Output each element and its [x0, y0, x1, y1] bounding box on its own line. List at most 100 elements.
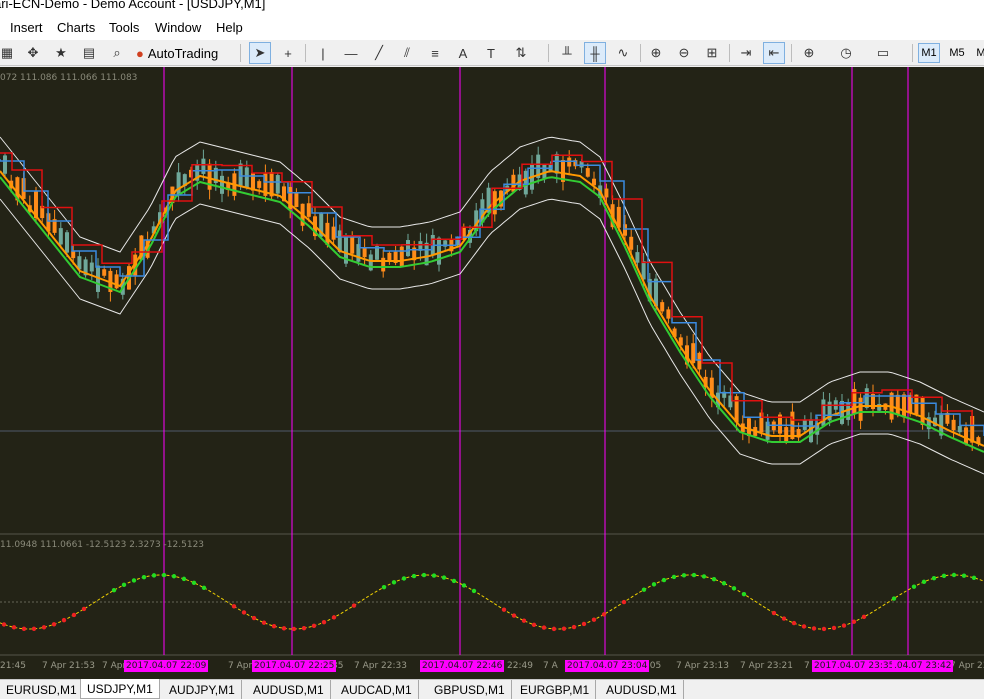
- oscillator-dot: [521, 618, 527, 623]
- candle-body: [244, 167, 249, 188]
- horizontal-line-icon[interactable]: —: [340, 42, 362, 64]
- oscillator-dot: [121, 582, 127, 588]
- menu-tools[interactable]: Tools: [109, 20, 139, 35]
- oscillator-dot: [671, 574, 677, 580]
- oscillator-dot: [31, 626, 37, 631]
- time-label: 7 Apr: [102, 661, 127, 671]
- timeframe-m1[interactable]: M1: [918, 43, 940, 63]
- navigator-icon[interactable]: ✥: [22, 42, 44, 64]
- tile-windows-icon[interactable]: ⊞: [701, 42, 723, 64]
- oscillator-dot: [841, 623, 847, 628]
- templates-icon[interactable]: ▭: [872, 42, 894, 64]
- indicators-icon[interactable]: ⊕: [798, 42, 820, 64]
- candle-body: [864, 388, 869, 408]
- candle-body: [895, 394, 900, 415]
- vertical-line-icon[interactable]: |: [312, 42, 334, 64]
- fibonacci-icon[interactable]: ≡: [424, 42, 446, 64]
- tab-audusd-2[interactable]: AUDUSD,M1: [600, 680, 684, 699]
- chart-tabs: EURUSD,M1 USDJPY,M1 AUDJPY,M1 AUDUSD,M1 …: [0, 679, 984, 699]
- toolbar-separator: [548, 44, 549, 62]
- text-label-icon[interactable]: T: [480, 42, 502, 64]
- oscillator-dot: [281, 626, 287, 631]
- timeframe-m5[interactable]: M5: [946, 43, 968, 63]
- time-label: 7 Apr: [228, 661, 253, 671]
- oscillator-dot: [661, 577, 667, 583]
- tab-eurusd[interactable]: EURUSD,M1: [0, 680, 84, 699]
- menu-help[interactable]: Help: [216, 20, 243, 35]
- line-chart-icon[interactable]: ∿: [612, 42, 634, 64]
- tab-usdjpy[interactable]: USDJPY,M1: [80, 679, 160, 699]
- trendline-icon[interactable]: ╱: [368, 42, 390, 64]
- candle-body: [3, 155, 7, 174]
- candle-body: [71, 251, 76, 259]
- toolbar-separator: [912, 44, 913, 62]
- candle-body: [362, 248, 367, 258]
- tab-audjpy[interactable]: AUDJPY,M1: [163, 680, 242, 699]
- candle-body: [58, 228, 63, 245]
- zoom-out-icon[interactable]: ⊖: [673, 42, 695, 64]
- menu-charts[interactable]: Charts: [57, 20, 95, 35]
- time-label: 21:45: [0, 661, 26, 671]
- candle-body: [666, 309, 671, 319]
- crosshair-icon[interactable]: +: [277, 42, 299, 64]
- oscillator-dot: [1, 622, 7, 627]
- toolbar-separator: [240, 44, 241, 62]
- oscillator-dot: [511, 613, 517, 618]
- vline-badge: 2017.04.07 23:35: [812, 660, 897, 672]
- periods-icon[interactable]: ◷: [835, 42, 857, 64]
- tab-eurgbp[interactable]: EURGBP,M1: [514, 680, 597, 699]
- oscillator-dot: [331, 615, 337, 620]
- autotrading-button[interactable]: ● AutoTrading: [134, 42, 230, 64]
- candlestick-icon[interactable]: ╫: [584, 42, 606, 64]
- menu-window[interactable]: Window: [155, 20, 201, 35]
- new-chart-icon[interactable]: ▦: [0, 42, 18, 64]
- oscillator-dot: [251, 615, 257, 621]
- oscillator-dot: [61, 617, 67, 623]
- menu-bar: Insert Charts Tools Window Help: [0, 14, 984, 40]
- text-icon[interactable]: A: [452, 42, 474, 64]
- arrows-dropdown-icon[interactable]: ⇅: [510, 42, 532, 64]
- oscillator-dot: [641, 587, 647, 592]
- toolbar-separator: [640, 44, 641, 62]
- oscillator-dot: [851, 619, 857, 624]
- oscillator-dot: [951, 572, 957, 578]
- data-window-icon[interactable]: ▤: [78, 42, 100, 64]
- oscillator-dot: [821, 626, 827, 632]
- tab-audcad[interactable]: AUDCAD,M1: [335, 680, 419, 699]
- candle-body: [554, 153, 559, 174]
- candle-body: [511, 174, 516, 192]
- timeframe-m15[interactable]: M: [974, 43, 984, 63]
- equidistant-channel-icon[interactable]: ⫽: [396, 42, 418, 64]
- window-title: ari-ECN-Demo - Demo Account - [USDJPY,M1…: [0, 0, 266, 11]
- oscillator-dot: [771, 610, 777, 616]
- candle-body: [660, 302, 665, 312]
- tab-audusd[interactable]: AUDUSD,M1: [247, 680, 331, 699]
- oscillator-dot: [741, 592, 747, 597]
- chart-shift-icon[interactable]: ⇤: [763, 42, 785, 64]
- favorites-icon[interactable]: ★: [50, 42, 72, 64]
- oscillator-dot: [921, 579, 927, 585]
- tab-gbpusd[interactable]: GBPUSD,M1: [428, 680, 512, 699]
- chart-canvas[interactable]: [0, 67, 984, 679]
- candle-body: [406, 240, 410, 257]
- oscillator-dot: [301, 625, 307, 631]
- candle-body: [877, 403, 882, 411]
- oscillator-dot: [161, 572, 167, 578]
- candle-body: [635, 252, 640, 263]
- zoom-in-icon[interactable]: ⊕: [645, 42, 667, 64]
- menu-insert[interactable]: Insert: [10, 20, 43, 35]
- autoscroll-icon[interactable]: ⇥: [735, 42, 757, 64]
- bar-chart-icon[interactable]: ╨: [556, 42, 578, 64]
- oscillator-dot: [151, 573, 157, 578]
- price-chart[interactable]: 072 111.086 111.066 111.083 11.0948 111.…: [0, 67, 984, 679]
- candle-body: [691, 343, 696, 364]
- vline-badge: 2017.04.07 22:25: [252, 660, 337, 672]
- oscillator-dot: [801, 624, 807, 629]
- candle-body: [523, 170, 528, 195]
- vline-badge: .04.07 23:42: [892, 660, 954, 672]
- candle-body: [437, 237, 441, 265]
- strategy-tester-icon[interactable]: ⌕: [106, 42, 128, 64]
- candle-body: [567, 157, 572, 167]
- cursor-icon[interactable]: ➤: [249, 42, 271, 64]
- oscillator-dot: [311, 623, 317, 629]
